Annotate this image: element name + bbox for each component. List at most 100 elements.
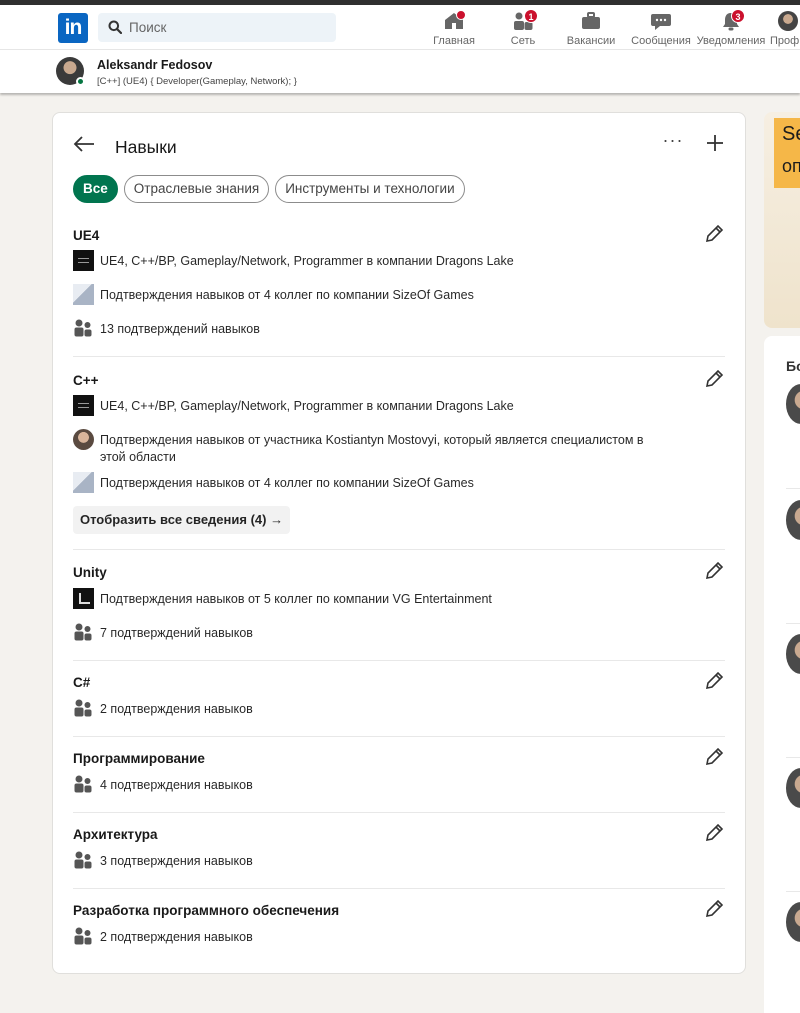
people-icon xyxy=(74,851,92,869)
promo-text-bottom: оп xyxy=(782,156,800,176)
nav-notifications[interactable]: 3 Уведомления xyxy=(696,8,766,48)
company-logo-vg-icon xyxy=(73,588,94,609)
list-item: UE4, C++/BP, Gameplay/Network, Programme… xyxy=(73,250,673,272)
edit-pencil-icon[interactable] xyxy=(703,560,725,582)
avatar[interactable] xyxy=(786,768,800,808)
people-icon xyxy=(74,775,92,793)
endorsement-text: Подтверждения навыков от 5 коллег по ком… xyxy=(100,592,492,606)
nav-messaging-label: Сообщения xyxy=(631,35,691,47)
avatar[interactable] xyxy=(786,384,800,424)
endorsement-text: Подтверждения навыков от 4 коллег по ком… xyxy=(100,476,474,490)
notifications-badge: 3 xyxy=(731,9,745,23)
skill-section-cpp: C++ UE4, C++/BP, Gameplay/Network, Progr… xyxy=(73,357,725,550)
filter-tools-technologies[interactable]: Инструменты и технологии xyxy=(275,175,465,203)
skill-section-unity: Unity Подтверждения навыков от 5 коллег … xyxy=(73,550,725,661)
nav-messaging[interactable]: Сообщения xyxy=(630,8,692,48)
list-item: 2 подтверждения навыков xyxy=(73,698,673,720)
profile-headline: [C++] (UE4) { Developer(Gameplay, Networ… xyxy=(97,76,297,87)
messaging-icon xyxy=(651,14,671,30)
nav-home-label: Главная xyxy=(433,35,475,47)
right-rail: Se оп Бо xyxy=(764,112,800,1013)
edit-pencil-icon[interactable] xyxy=(703,670,725,692)
skill-context-text: UE4, C++/BP, Gameplay/Network, Programme… xyxy=(100,399,514,413)
skill-name[interactable]: Программирование xyxy=(73,751,205,766)
divider xyxy=(786,757,800,758)
nav-profile-label: Профи xyxy=(770,35,800,47)
endorsement-count[interactable]: 13 подтверждений навыков xyxy=(100,321,660,338)
list-item: Подтверждения навыков от 4 коллег по ком… xyxy=(73,472,673,494)
promo-banner[interactable]: Se оп xyxy=(764,112,800,328)
nav-notifications-label: Уведомления xyxy=(696,35,766,47)
promo-text-top: Se xyxy=(782,123,800,145)
profile-header-bar: Aleksandr Fedosov [C++] (UE4) { Develope… xyxy=(0,50,800,93)
company-logo-dragons-lake-icon xyxy=(73,395,94,416)
skill-filter-pills: Все Отраслевые знания Инструменты и техн… xyxy=(73,175,465,203)
people-suggestions-card: Бо xyxy=(764,336,800,1013)
edit-pencil-icon[interactable] xyxy=(703,822,725,844)
endorsement-text: Подтверждения навыков от участника Kosti… xyxy=(100,433,644,464)
list-item: 3 подтверждения навыков xyxy=(73,850,673,872)
skill-context-text: UE4, C++/BP, Gameplay/Network, Programme… xyxy=(100,254,514,268)
people-icon xyxy=(74,623,92,641)
more-options-button[interactable]: ··· xyxy=(661,131,685,155)
edit-pencil-icon[interactable] xyxy=(703,223,725,245)
edit-pencil-icon[interactable] xyxy=(703,746,725,768)
people-icon xyxy=(74,319,92,337)
skill-section-programming: Программирование 4 подтверждения навыков xyxy=(73,737,725,813)
nav-network[interactable]: 1 Сеть xyxy=(500,8,546,48)
company-logo-dragons-lake-icon xyxy=(73,250,94,271)
filter-industry-knowledge[interactable]: Отраслевые знания xyxy=(123,175,270,203)
search-placeholder: Поиск xyxy=(129,20,167,35)
list-item: UE4, C++/BP, Gameplay/Network, Programme… xyxy=(73,395,673,417)
skill-section-csharp: C# 2 подтверждения навыков xyxy=(73,661,725,737)
list-item: 2 подтверждения навыков xyxy=(73,926,673,948)
filter-all[interactable]: Все xyxy=(73,175,118,203)
global-nav: in Поиск Главная 1 Сеть Вакансии Сообщен… xyxy=(0,5,800,50)
edit-pencil-icon[interactable] xyxy=(703,898,725,920)
company-logo-sizeof-games-icon xyxy=(73,472,94,493)
nav-home[interactable]: Главная xyxy=(428,8,480,48)
list-item: 7 подтверждений навыков xyxy=(73,622,673,644)
add-skill-button[interactable] xyxy=(703,131,727,155)
skill-name[interactable]: C# xyxy=(73,675,90,690)
endorsement-count[interactable]: 2 подтверждения навыков xyxy=(100,929,660,946)
endorsement-count[interactable]: 2 подтверждения навыков xyxy=(100,701,660,718)
search-input[interactable]: Поиск xyxy=(98,13,336,42)
list-item: Подтверждения навыков от 5 коллег по ком… xyxy=(73,588,673,610)
avatar[interactable] xyxy=(786,500,800,540)
back-arrow-icon[interactable] xyxy=(73,135,95,153)
avatar[interactable] xyxy=(786,634,800,674)
nav-network-label: Сеть xyxy=(510,35,536,47)
list-item: 13 подтверждений навыков xyxy=(73,318,673,340)
profile-avatar-icon xyxy=(778,11,798,31)
linkedin-logo[interactable]: in xyxy=(58,13,88,43)
nav-jobs[interactable]: Вакансии xyxy=(562,8,620,48)
list-item: Подтверждения навыков от участника Kosti… xyxy=(73,429,673,465)
endorsement-count[interactable]: 7 подтверждений навыков xyxy=(100,625,660,642)
show-all-details-button[interactable]: Отобразить все сведения (4) → xyxy=(73,506,291,534)
home-dot-badge xyxy=(456,10,466,20)
network-badge: 1 xyxy=(524,9,538,23)
people-icon xyxy=(74,699,92,717)
edit-pencil-icon[interactable] xyxy=(703,368,725,390)
skill-name[interactable]: Разработка программного обеспечения xyxy=(73,903,339,918)
skills-card: Навыки ··· Все Отраслевые знания Инструм… xyxy=(52,112,746,974)
avatar[interactable] xyxy=(786,902,800,942)
briefcase-icon xyxy=(582,12,600,29)
endorser-photo-icon[interactable] xyxy=(73,429,94,450)
profile-name[interactable]: Aleksandr Fedosov xyxy=(97,58,212,72)
list-item: 4 подтверждения навыков xyxy=(73,774,673,796)
endorsement-text: Подтверждения навыков от 4 коллег по ком… xyxy=(100,288,474,302)
skill-name[interactable]: C++ xyxy=(73,373,99,388)
suggestions-title: Бо xyxy=(786,358,800,374)
skill-name[interactable]: Unity xyxy=(73,565,107,580)
search-icon xyxy=(108,20,122,34)
online-status-icon xyxy=(76,77,85,86)
endorsement-count[interactable]: 3 подтверждения навыков xyxy=(100,853,660,870)
skill-name[interactable]: UE4 xyxy=(73,228,99,243)
nav-profile[interactable]: Профи xyxy=(770,8,800,48)
skill-section-ue4: UE4 UE4, C++/BP, Gameplay/Network, Progr… xyxy=(73,223,725,357)
endorsement-count[interactable]: 4 подтверждения навыков xyxy=(100,777,660,794)
skill-name[interactable]: Архитектура xyxy=(73,827,158,842)
skills-card-header: Навыки ··· xyxy=(53,113,745,173)
